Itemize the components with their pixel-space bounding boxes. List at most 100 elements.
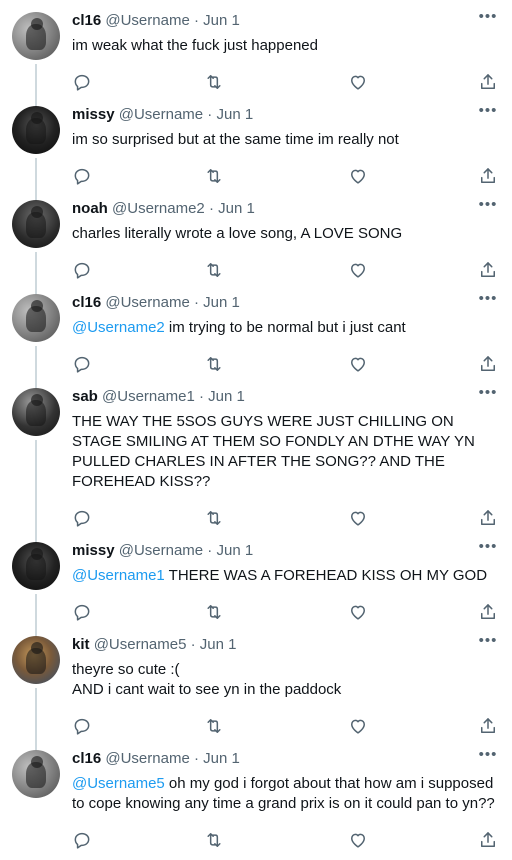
retweet-button[interactable] [204,508,226,530]
tweet-text: im weak what the fuck just happened [72,36,498,56]
username-handle[interactable]: @Username2 [112,200,205,217]
like-button[interactable] [348,602,370,624]
share-icon [478,74,498,96]
username-handle[interactable]: @Username [119,106,203,123]
more-options-icon[interactable]: ••• [478,103,498,124]
share-button[interactable] [478,72,500,94]
tweet-text-segment: im so surprised but at the same time im … [72,131,399,148]
tweet-actions [72,830,498,852]
display-name[interactable]: kit [72,636,90,653]
mention-link[interactable]: @Username1 [72,567,165,584]
avatar[interactable] [12,542,60,590]
avatar-figure-body [26,554,46,580]
mention-link[interactable]: @Username5 [72,775,165,792]
like-button[interactable] [348,830,370,852]
reply-icon [72,356,92,378]
share-icon [478,832,498,854]
display-name[interactable]: cl16 [72,750,101,767]
retweet-button[interactable] [204,72,226,94]
avatar[interactable] [12,750,60,798]
mention-link[interactable]: @Username2 [72,319,165,336]
username-handle[interactable]: @Username1 [102,388,195,405]
like-button[interactable] [348,166,370,188]
share-button[interactable] [478,354,500,376]
retweet-button[interactable] [204,354,226,376]
username-handle[interactable]: @Username5 [94,636,187,653]
reply-button[interactable] [72,508,94,530]
tweet-date[interactable]: Jun 1 [208,388,245,405]
separator-dot: · [194,388,209,405]
more-options-icon[interactable]: ••• [478,291,498,312]
like-button[interactable] [348,354,370,376]
retweet-button[interactable] [204,602,226,624]
reply-button[interactable] [72,72,94,94]
tweet-text: charles literally wrote a love song, A L… [72,224,498,244]
tweet-actions [72,166,498,188]
display-name[interactable]: sab [72,388,98,405]
avatar[interactable] [12,200,60,248]
avatar[interactable] [12,636,60,684]
display-name[interactable]: missy [72,106,115,123]
separator-dot: · [189,294,204,311]
retweet-button[interactable] [204,166,226,188]
more-options-icon[interactable]: ••• [478,385,498,406]
tweet-date[interactable]: Jun 1 [218,200,255,217]
share-icon [478,718,498,740]
thread-connector [35,158,37,202]
reply-icon [72,718,92,740]
separator-dot: · [204,200,219,217]
display-name[interactable]: cl16 [72,294,101,311]
more-options-icon[interactable]: ••• [478,9,498,30]
like-button[interactable] [348,716,370,738]
like-button[interactable] [348,508,370,530]
reply-button[interactable] [72,354,94,376]
retweet-icon [204,719,224,740]
retweet-button[interactable] [204,716,226,738]
avatar[interactable] [12,106,60,154]
share-button[interactable] [478,830,500,852]
display-name[interactable]: missy [72,542,115,559]
more-options-icon[interactable]: ••• [478,197,498,218]
username-handle[interactable]: @Username [105,750,189,767]
share-button[interactable] [478,508,500,530]
avatar[interactable] [12,12,60,60]
reply-button[interactable] [72,602,94,624]
username-handle[interactable]: @Username [119,542,203,559]
reply-button[interactable] [72,716,94,738]
share-button[interactable] [478,602,500,624]
display-name[interactable]: cl16 [72,12,101,29]
separator-dot: · [203,106,217,123]
avatar-figure-body [26,400,46,426]
tweet-date[interactable]: Jun 1 [203,750,240,767]
retweet-button[interactable] [204,830,226,852]
reply-button[interactable] [72,166,94,188]
separator-dot: · [186,636,200,653]
more-options-icon[interactable]: ••• [478,633,498,654]
tweet-date[interactable]: Jun 1 [216,106,253,123]
like-button[interactable] [348,72,370,94]
more-options-icon[interactable]: ••• [478,747,498,768]
tweet-date[interactable]: Jun 1 [216,542,253,559]
avatar[interactable] [12,294,60,342]
share-button[interactable] [478,260,500,282]
like-button[interactable] [348,260,370,282]
tweet-content: kit @Username5 · Jun 1 theyre so cute :(A… [72,636,498,700]
share-button[interactable] [478,166,500,188]
share-button[interactable] [478,716,500,738]
avatar[interactable] [12,388,60,436]
username-handle[interactable]: @Username [105,12,189,29]
like-icon [348,263,368,284]
tweet-date[interactable]: Jun 1 [203,12,240,29]
tweet-date[interactable]: Jun 1 [203,294,240,311]
display-name[interactable]: noah [72,200,108,217]
retweet-button[interactable] [204,260,226,282]
reply-button[interactable] [72,830,94,852]
reply-button[interactable] [72,260,94,282]
like-icon [348,357,368,378]
tweet-text: @Username5 oh my god i forgot about that… [72,774,498,814]
tweet-feed: cl16 @Username · Jun 1 im weak what the f… [0,0,512,860]
username-handle[interactable]: @Username [105,294,189,311]
more-options-icon[interactable]: ••• [478,539,498,560]
tweet-date[interactable]: Jun 1 [200,636,237,653]
tweet-text: @Username2 im trying to be normal but i … [72,318,498,338]
